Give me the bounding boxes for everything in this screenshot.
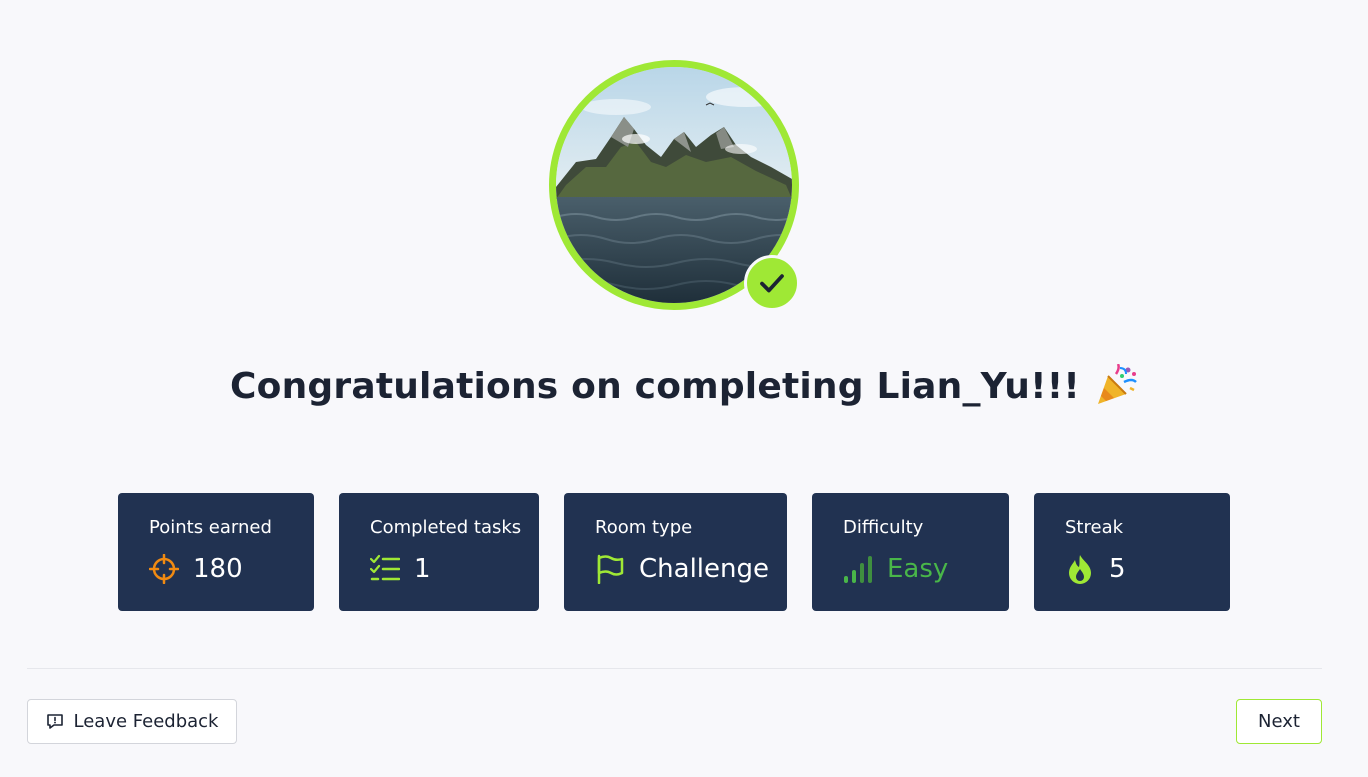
signal-bars-icon: [844, 556, 872, 583]
party-popper-icon: [1097, 364, 1137, 404]
page-title: Congratulations on completing Lian_Yu!!!: [230, 365, 1080, 407]
points-value: 180: [193, 554, 243, 584]
stat-card-points: Points earned 180: [118, 493, 314, 611]
flag-icon: [597, 554, 624, 584]
difficulty-label: Difficulty: [843, 517, 924, 538]
feedback-icon: [46, 713, 63, 729]
crosshair-icon: [149, 554, 179, 584]
stat-card-difficulty: Difficulty Easy: [812, 493, 1009, 611]
room-type-value: Challenge: [639, 554, 769, 584]
stat-card-tasks: Completed tasks 1: [339, 493, 539, 611]
room-type-label: Room type: [595, 517, 693, 538]
room-image-container: [549, 60, 800, 311]
completed-badge: [744, 255, 800, 311]
checkmark-icon: [760, 274, 784, 293]
checklist-icon: [370, 554, 400, 581]
difficulty-value: Easy: [887, 554, 949, 584]
streak-label: Streak: [1065, 517, 1124, 538]
flame-icon: [1069, 555, 1091, 584]
stat-card-room-type: Room type Challenge: [564, 493, 787, 611]
tasks-label: Completed tasks: [370, 517, 522, 538]
next-button[interactable]: Next: [1236, 699, 1322, 744]
tasks-value: 1: [414, 554, 431, 584]
stat-card-streak: Streak 5: [1034, 493, 1230, 611]
points-label: Points earned: [149, 517, 272, 538]
leave-feedback-label: Leave Feedback: [73, 711, 219, 732]
room-complete-page: Congratulations on completing Lian_Yu!!!…: [0, 0, 1368, 777]
footer-divider: [27, 668, 1322, 669]
title-row: Congratulations on completing Lian_Yu!!!: [0, 364, 1368, 408]
leave-feedback-button[interactable]: Leave Feedback: [27, 699, 237, 744]
streak-value: 5: [1109, 554, 1126, 584]
